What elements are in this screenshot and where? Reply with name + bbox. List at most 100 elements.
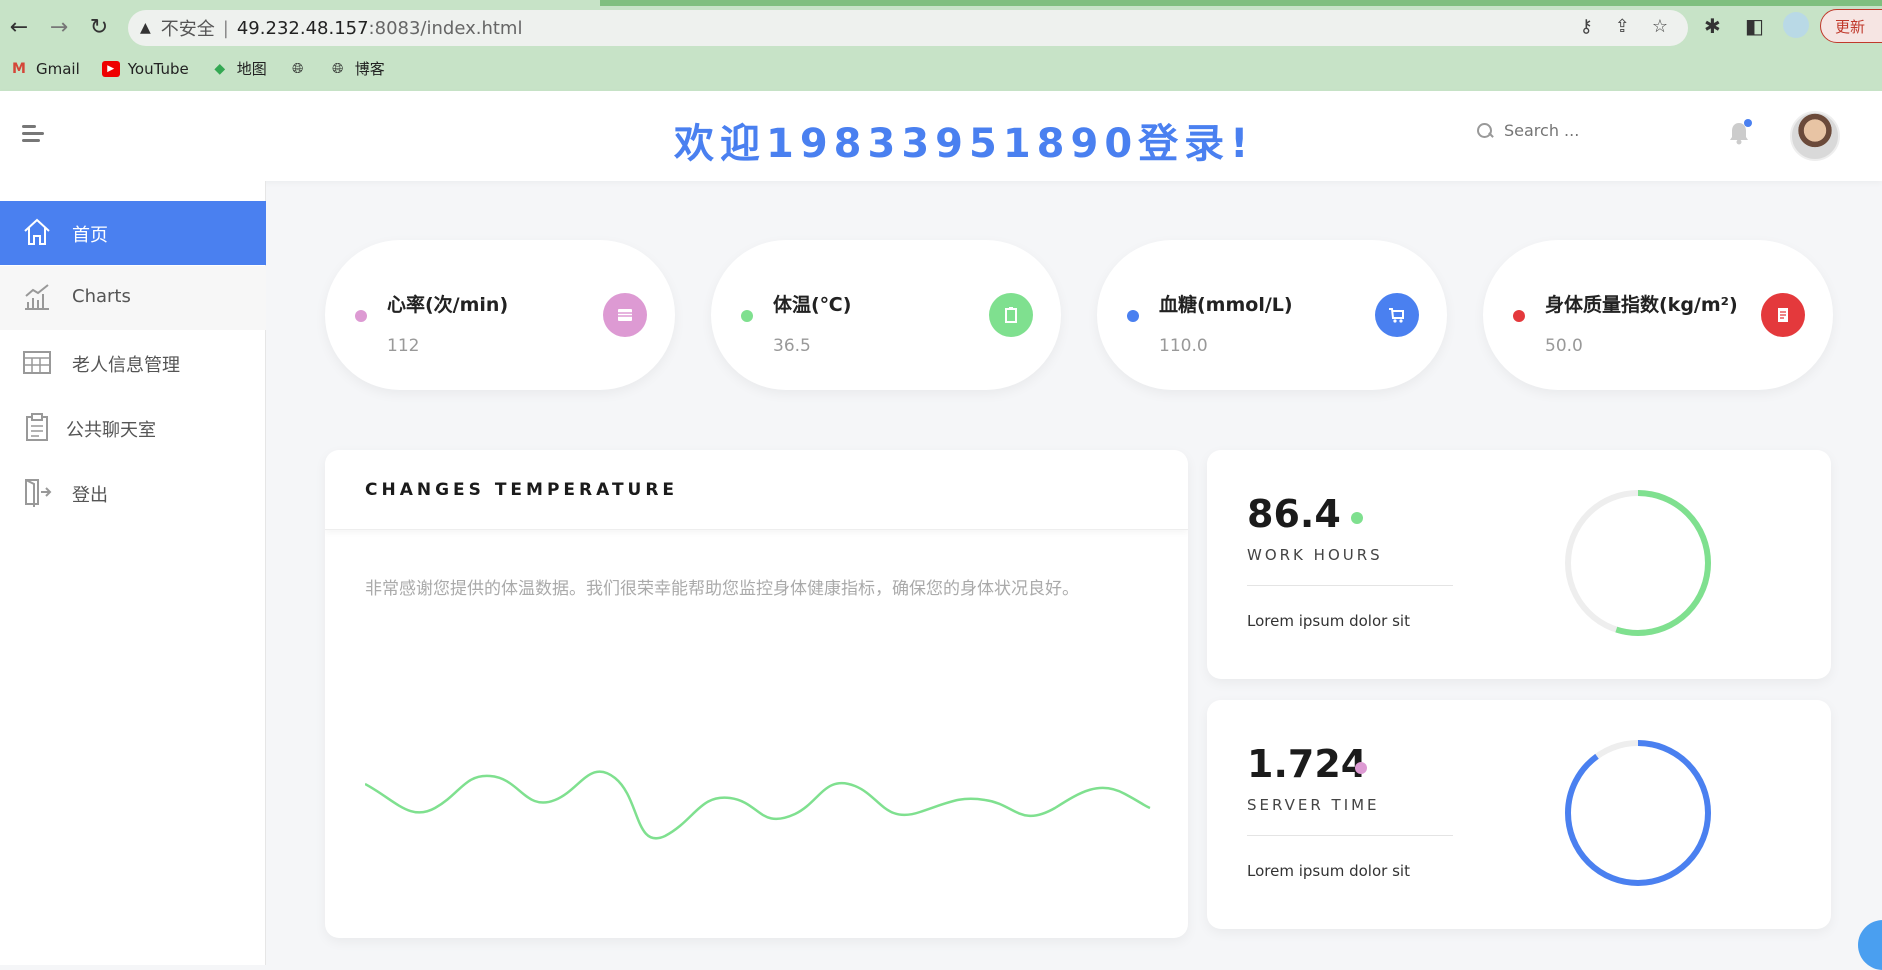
ring-chart-work-hours: [1565, 490, 1711, 636]
clipboard-icon: [26, 413, 48, 441]
divider: [1247, 835, 1453, 836]
bookmark-youtube[interactable]: ▶ YouTube: [101, 59, 189, 78]
ring-dot: [1351, 512, 1363, 524]
youtube-icon: ▶: [101, 60, 120, 77]
ring-card-server-time: 1.724 SERVER TIME Lorem ipsum dolor sit: [1207, 700, 1831, 929]
temperature-card-title: CHANGES TEMPERATURE: [365, 480, 679, 500]
stat-value: 36.5: [773, 336, 811, 356]
stat-dot: [355, 310, 367, 322]
sidebar-item-logout[interactable]: 登出: [0, 461, 266, 525]
search-icon[interactable]: [1476, 122, 1494, 140]
sidebar-item-label: 首页: [72, 225, 108, 246]
stat-title: 体温(℃): [773, 294, 852, 316]
bookmark-label: 博客: [354, 60, 385, 78]
stat-value: 50.0: [1545, 336, 1583, 356]
stat-dot: [1513, 310, 1525, 322]
forward-icon[interactable]: →: [46, 14, 72, 40]
address-separator: |: [222, 17, 229, 39]
avatar[interactable]: [1790, 111, 1840, 161]
ring-label: SERVER TIME: [1247, 796, 1380, 814]
bookmark-maps[interactable]: ◆ 地图: [211, 58, 267, 79]
bookmark-globe[interactable]: 🌐︎: [289, 61, 307, 77]
star-icon[interactable]: ☆: [1652, 16, 1668, 37]
stat-value: 112: [387, 336, 420, 356]
warning-icon: ▲: [140, 20, 151, 36]
ring-dot: [1355, 762, 1367, 774]
ring-value: 1.724: [1247, 742, 1368, 786]
home-icon: [24, 218, 50, 245]
temperature-card: CHANGES TEMPERATURE 非常感谢您提供的体温数据。我们很荣幸能帮…: [325, 450, 1188, 938]
url-path: :8083/index.html: [368, 17, 523, 39]
menu-toggle-icon[interactable]: [22, 125, 44, 143]
insecure-label: 不安全: [160, 19, 215, 40]
bookmark-label: Gmail: [36, 59, 80, 78]
bookmark-blog[interactable]: 🌐︎ 博客: [329, 58, 385, 79]
welcome-title: 欢迎19833951890登录!: [674, 121, 1255, 167]
ring-label: WORK HOURS: [1247, 546, 1383, 564]
url-host: 49.232.48.157: [236, 17, 369, 39]
sidebar-item-label: 登出: [72, 485, 108, 506]
globe-icon: 🌐︎: [332, 60, 344, 77]
app-header: 欢迎19833951890登录!: [0, 91, 1882, 181]
profile-icon[interactable]: [1783, 12, 1809, 38]
sidebar-item-label: 老人信息管理: [72, 355, 180, 376]
stat-dot: [1127, 310, 1139, 322]
side-panel-icon[interactable]: ◧: [1745, 14, 1764, 38]
stat-card-heart-rate: 心率(次/min) 112: [325, 240, 675, 390]
puzzle-icon[interactable]: ✱: [1704, 14, 1721, 38]
ring-card-work-hours: 86.4 WORK HOURS Lorem ipsum dolor sit: [1207, 450, 1831, 679]
ring-text: Lorem ipsum dolor sit: [1247, 612, 1410, 630]
sidebar-item-label: Charts: [72, 286, 131, 307]
sidebar-item-charts[interactable]: Charts: [0, 266, 266, 330]
browser-chrome: ← → ↻ ▲ 不安全 | 49.232.48.157:8083/index.h…: [0, 0, 1882, 91]
bookmarks-bar: M Gmail ▶ YouTube ◆ 地图 🌐︎ 🌐︎ 博客: [10, 58, 385, 79]
divider: [1247, 585, 1453, 586]
clipboard-icon: [989, 293, 1033, 337]
table-icon: [23, 351, 51, 374]
stat-value: 110.0: [1159, 336, 1208, 356]
ring-value: 86.4: [1247, 492, 1341, 536]
stat-card-blood-sugar: 血糖(mmol/L) 110.0: [1097, 240, 1447, 390]
address-bar[interactable]: ▲ 不安全 | 49.232.48.157:8083/index.html ⚷ …: [128, 10, 1688, 46]
cart-icon: [1375, 293, 1419, 337]
chart-icon: [25, 284, 49, 310]
tab-strip: [0, 0, 1882, 7]
update-button[interactable]: 更新: [1820, 9, 1882, 43]
sidebar-item-elder-info[interactable]: 老人信息管理: [0, 331, 266, 395]
stat-title: 心率(次/min): [387, 294, 509, 316]
temperature-wave-chart: [365, 770, 1151, 840]
notification-dot: [1744, 119, 1752, 127]
search-box: [1476, 121, 1654, 140]
ring-text: Lorem ipsum dolor sit: [1247, 862, 1410, 880]
search-input[interactable]: [1504, 121, 1654, 140]
floating-action-button[interactable]: [1858, 920, 1882, 970]
sidebar: 首页 Charts 老人信息管理 公共聊天室 登出: [0, 181, 266, 965]
card-icon: [603, 293, 647, 337]
active-tab-indicator: [600, 0, 1882, 6]
stat-dot: [741, 310, 753, 322]
sidebar-item-chat-room[interactable]: 公共聊天室: [0, 396, 266, 460]
bookmark-label: YouTube: [127, 59, 189, 78]
gmail-icon: M: [12, 60, 26, 77]
stat-title: 血糖(mmol/L): [1159, 294, 1293, 316]
stat-card-bmi: 身体质量指数(kg/m²) 50.0: [1483, 240, 1833, 390]
sidebar-item-home[interactable]: 首页: [0, 201, 266, 265]
maps-icon: ◆: [214, 60, 226, 77]
sidebar-item-label: 公共聊天室: [66, 420, 156, 441]
bookmark-gmail[interactable]: M Gmail: [10, 60, 80, 78]
receipt-icon: [1761, 293, 1805, 337]
logout-icon: [25, 479, 52, 507]
ring-chart-server-time: [1565, 740, 1711, 886]
reload-icon[interactable]: ↻: [86, 14, 112, 40]
temperature-wave-line: [365, 770, 1151, 840]
temperature-card-header: CHANGES TEMPERATURE: [325, 450, 1188, 530]
stat-card-temperature: 体温(℃) 36.5: [711, 240, 1061, 390]
share-icon[interactable]: ⇪: [1615, 16, 1630, 37]
globe-icon: 🌐︎: [292, 60, 304, 77]
bookmark-label: 地图: [236, 60, 267, 78]
ring-progress: [1565, 740, 1711, 886]
bell-icon[interactable]: [1728, 119, 1752, 145]
temperature-card-description: 非常感谢您提供的体温数据。我们很荣幸能帮助您监控身体健康指标，确保您的身体状况良…: [365, 579, 1079, 599]
key-icon[interactable]: ⚷: [1580, 16, 1593, 37]
back-icon[interactable]: ←: [6, 14, 32, 40]
